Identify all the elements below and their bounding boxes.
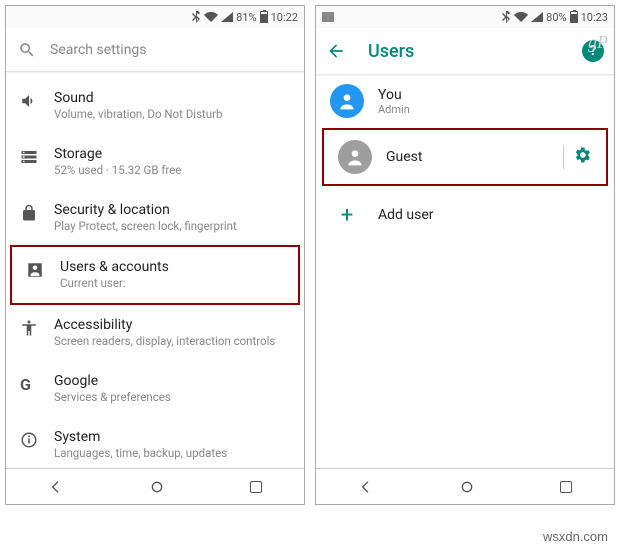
battery-percent: 81%: [236, 11, 256, 24]
battery-percent: 80%: [546, 11, 566, 24]
plus-icon: +: [330, 198, 364, 232]
settings-row-users-accounts[interactable]: Users & accounts Current user:: [10, 245, 300, 305]
row-title: Users & accounts: [60, 259, 284, 275]
user-row-guest[interactable]: Guest: [324, 130, 606, 184]
row-sub: Play Protect, screen lock, fingerprint: [54, 220, 290, 234]
nav-home-icon[interactable]: [459, 479, 475, 495]
settings-row-google[interactable]: G Google Services & preferences: [6, 361, 304, 417]
signal-icon: [221, 12, 233, 22]
accessibility-icon: [20, 319, 38, 337]
status-bar: 80% 10:23: [316, 6, 614, 28]
bluetooth-icon: [501, 11, 511, 23]
google-icon: G: [20, 373, 54, 394]
storage-icon: [20, 148, 38, 166]
settings-row-sound[interactable]: Sound Volume, vibration, Do Not Disturb: [6, 78, 304, 134]
row-title: Sound: [54, 90, 290, 106]
settings-list: Sound Volume, vibration, Do Not Disturb S…: [6, 72, 304, 505]
battery-icon: [260, 11, 268, 23]
row-title: Storage: [54, 146, 290, 162]
search-placeholder: Search settings: [50, 42, 147, 58]
row-title: System: [54, 429, 290, 445]
status-bar: 81% 10:22: [6, 6, 304, 28]
user-name: You: [378, 87, 600, 103]
page-title: Users: [368, 41, 582, 62]
bluetooth-icon: [191, 11, 201, 23]
nav-back-icon[interactable]: [358, 479, 374, 495]
settings-screen: 81% 10:22 Search settings Sound Volume, v…: [5, 5, 305, 505]
settings-row-system[interactable]: System Languages, time, backup, updates: [6, 417, 304, 473]
status-time: 10:22: [271, 11, 298, 24]
row-title: Google: [54, 373, 290, 389]
nav-recent-icon[interactable]: [250, 481, 262, 493]
wifi-icon: [204, 12, 218, 22]
nav-bar: [316, 468, 614, 504]
info-icon: [20, 431, 38, 449]
app-bar: Users ?: [316, 28, 614, 74]
add-user-row[interactable]: + Add user: [316, 186, 614, 244]
row-sub: Volume, vibration, Do Not Disturb: [54, 108, 290, 122]
row-sub: Current user:: [60, 277, 284, 291]
search-icon: [18, 41, 36, 59]
guest-settings-button[interactable]: [563, 145, 592, 169]
row-sub: Screen readers, display, interaction con…: [54, 335, 290, 349]
battery-icon: [570, 11, 578, 23]
settings-row-security[interactable]: Security & location Play Protect, screen …: [6, 190, 304, 246]
user-role: Admin: [378, 103, 600, 116]
row-sub: Services & preferences: [54, 391, 290, 405]
signal-icon: [531, 12, 543, 22]
nav-bar: [6, 468, 304, 504]
users-screen: 80% 10:23 Users ? gP YouAdmin Guest: [315, 5, 615, 505]
row-sub: 52% used · 15.32 GB free: [54, 164, 290, 178]
guest-highlight-box: Guest: [322, 128, 608, 186]
media-icon: [322, 12, 334, 22]
avatar-you-icon: [330, 84, 364, 118]
row-title: Accessibility: [54, 317, 290, 333]
account-icon: [26, 261, 44, 279]
user-name: Guest: [386, 149, 557, 165]
row-title: Security & location: [54, 202, 290, 218]
nav-back-icon[interactable]: [48, 479, 64, 495]
add-user-label: Add user: [378, 207, 434, 223]
row-sub: Languages, time, backup, updates: [54, 447, 290, 461]
source-watermark: wsxdn.com: [543, 529, 608, 544]
lock-icon: [20, 204, 38, 222]
search-bar[interactable]: Search settings: [6, 28, 304, 72]
wifi-icon: [514, 12, 528, 22]
nav-home-icon[interactable]: [149, 479, 165, 495]
nav-recent-icon[interactable]: [560, 481, 572, 493]
settings-row-storage[interactable]: Storage 52% used · 15.32 GB free: [6, 134, 304, 190]
user-row-you[interactable]: YouAdmin: [316, 74, 614, 128]
sound-icon: [20, 92, 38, 110]
back-arrow-icon[interactable]: [326, 41, 346, 61]
users-list: YouAdmin Guest + Add user: [316, 74, 614, 244]
gp-watermark: gP: [588, 32, 608, 53]
status-time: 10:23: [581, 11, 608, 24]
avatar-guest-icon: [338, 140, 372, 174]
settings-row-accessibility[interactable]: Accessibility Screen readers, display, in…: [6, 305, 304, 361]
